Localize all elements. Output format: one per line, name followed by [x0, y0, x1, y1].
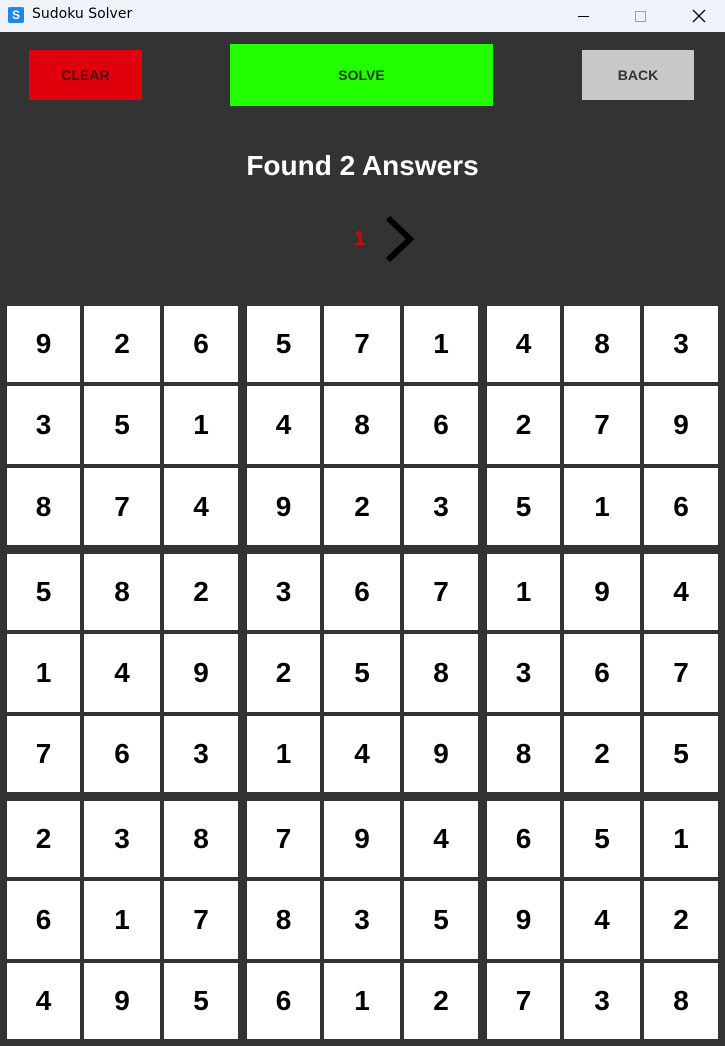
sudoku-cell[interactable]: 2 [564, 716, 640, 792]
sudoku-cell[interactable]: 9 [84, 963, 160, 1039]
sudoku-cell[interactable]: 8 [84, 554, 160, 630]
sudoku-cell[interactable]: 7 [487, 963, 560, 1039]
sudoku-cell[interactable]: 1 [84, 881, 160, 959]
maximize-button[interactable] [617, 0, 663, 32]
sudoku-cell[interactable]: 7 [84, 468, 160, 545]
back-button[interactable]: BACK [582, 50, 694, 100]
maximize-icon [634, 10, 646, 22]
sudoku-cell[interactable]: 8 [404, 634, 478, 712]
sudoku-cell[interactable]: 8 [564, 306, 640, 382]
sudoku-cell[interactable]: 7 [564, 386, 640, 464]
sudoku-cell[interactable]: 9 [564, 554, 640, 630]
sudoku-cell[interactable]: 3 [487, 634, 560, 712]
sudoku-cell[interactable]: 8 [247, 881, 320, 959]
clear-button[interactable]: CLEAR [29, 50, 142, 100]
sudoku-cell[interactable]: 2 [404, 963, 478, 1039]
sudoku-cell[interactable]: 5 [164, 963, 238, 1039]
sudoku-cell[interactable]: 9 [164, 634, 238, 712]
app-icon: S [8, 7, 24, 23]
sudoku-cell[interactable]: 5 [487, 468, 560, 545]
sudoku-cell[interactable]: 6 [404, 386, 478, 464]
sudoku-cell[interactable]: 2 [7, 801, 80, 877]
minimize-button[interactable] [560, 0, 606, 32]
sudoku-cell[interactable]: 6 [487, 801, 560, 877]
sudoku-cell[interactable]: 8 [7, 468, 80, 545]
sudoku-cell[interactable]: 9 [487, 881, 560, 959]
sudoku-cell[interactable]: 6 [564, 634, 640, 712]
sudoku-cell[interactable]: 6 [247, 963, 320, 1039]
sudoku-cell[interactable]: 9 [324, 801, 400, 877]
sudoku-cell[interactable]: 4 [404, 801, 478, 877]
sudoku-cell[interactable]: 4 [7, 963, 80, 1039]
minimize-icon [577, 15, 589, 17]
answer-page-number: 1 [354, 228, 366, 250]
sudoku-cell[interactable]: 2 [644, 881, 718, 959]
sudoku-cell[interactable]: 2 [247, 634, 320, 712]
sudoku-cell[interactable]: 5 [7, 554, 80, 630]
sudoku-cell[interactable]: 3 [564, 963, 640, 1039]
sudoku-cell[interactable]: 7 [247, 801, 320, 877]
sudoku-cell[interactable]: 6 [7, 881, 80, 959]
sudoku-cell[interactable]: 7 [164, 881, 238, 959]
sudoku-cell[interactable]: 3 [84, 801, 160, 877]
sudoku-cell[interactable]: 4 [564, 881, 640, 959]
sudoku-cell[interactable]: 7 [644, 634, 718, 712]
window-title: Sudoku Solver [32, 6, 133, 22]
sudoku-cell[interactable]: 1 [7, 634, 80, 712]
sudoku-cell[interactable]: 7 [7, 716, 80, 792]
sudoku-cell[interactable]: 5 [644, 716, 718, 792]
sudoku-cell[interactable]: 4 [247, 386, 320, 464]
sudoku-cell[interactable]: 1 [404, 306, 478, 382]
sudoku-cell[interactable]: 1 [564, 468, 640, 545]
sudoku-cell[interactable]: 3 [644, 306, 718, 382]
sudoku-cell[interactable]: 2 [487, 386, 560, 464]
sudoku-cell[interactable]: 8 [644, 963, 718, 1039]
sudoku-cell[interactable]: 4 [324, 716, 400, 792]
close-button[interactable] [676, 0, 722, 32]
sudoku-cell[interactable]: 1 [247, 716, 320, 792]
sudoku-cell[interactable]: 9 [7, 306, 80, 382]
sudoku-cell[interactable]: 6 [644, 468, 718, 545]
sudoku-cell[interactable]: 7 [404, 554, 478, 630]
sudoku-cell[interactable]: 8 [487, 716, 560, 792]
sudoku-cell[interactable]: 3 [164, 716, 238, 792]
solve-button[interactable]: SOLVE [230, 44, 493, 106]
sudoku-cell[interactable]: 9 [404, 716, 478, 792]
sudoku-cell[interactable]: 5 [324, 634, 400, 712]
close-icon [692, 9, 706, 23]
sudoku-cell[interactable]: 8 [164, 801, 238, 877]
sudoku-cell[interactable]: 5 [564, 801, 640, 877]
sudoku-cell[interactable]: 5 [84, 386, 160, 464]
sudoku-cell[interactable]: 1 [324, 963, 400, 1039]
sudoku-cell[interactable]: 3 [404, 468, 478, 545]
sudoku-cell[interactable]: 6 [164, 306, 238, 382]
sudoku-cell[interactable]: 5 [247, 306, 320, 382]
sudoku-cell[interactable]: 9 [247, 468, 320, 545]
status-message: Found 2 Answers [246, 150, 479, 181]
sudoku-cell[interactable]: 4 [164, 468, 238, 545]
sudoku-cell[interactable]: 3 [247, 554, 320, 630]
sudoku-cell[interactable]: 3 [7, 386, 80, 464]
sudoku-cell[interactable]: 6 [84, 716, 160, 792]
sudoku-cell[interactable]: 6 [324, 554, 400, 630]
sudoku-board: 9265714833514862798749235165823671941492… [0, 302, 725, 1046]
sudoku-cell[interactable]: 8 [324, 386, 400, 464]
sudoku-cell[interactable]: 1 [644, 801, 718, 877]
sudoku-cell[interactable]: 2 [84, 306, 160, 382]
sudoku-cell[interactable]: 5 [404, 881, 478, 959]
sudoku-cell[interactable]: 4 [84, 634, 160, 712]
chevron-right-icon [385, 215, 415, 263]
sudoku-cell[interactable]: 1 [487, 554, 560, 630]
sudoku-cell[interactable]: 2 [164, 554, 238, 630]
sudoku-cell[interactable]: 2 [324, 468, 400, 545]
sudoku-cell[interactable]: 9 [644, 386, 718, 464]
sudoku-cell[interactable]: 1 [164, 386, 238, 464]
sudoku-cell[interactable]: 4 [487, 306, 560, 382]
next-answer-button[interactable] [380, 212, 416, 266]
sudoku-cell[interactable]: 3 [324, 881, 400, 959]
sudoku-cell[interactable]: 7 [324, 306, 400, 382]
sudoku-cell[interactable]: 4 [644, 554, 718, 630]
title-bar: S Sudoku Solver [0, 0, 725, 32]
